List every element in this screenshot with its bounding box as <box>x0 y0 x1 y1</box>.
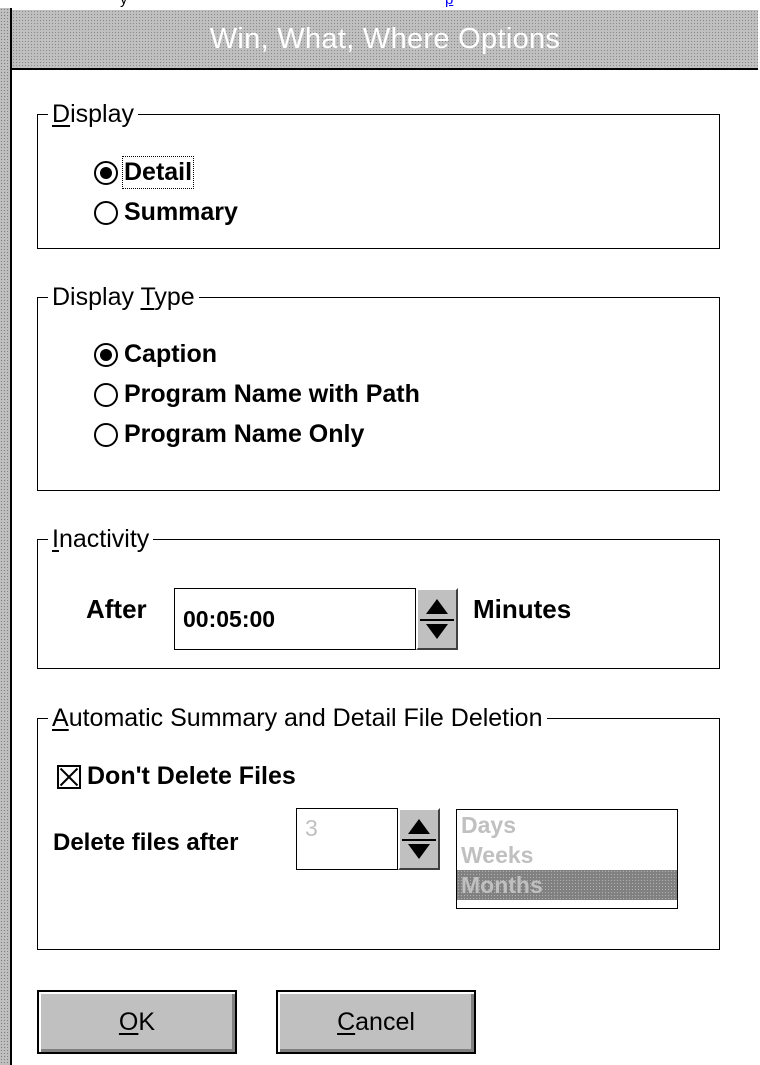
after-label: After <box>86 594 147 624</box>
spin-up-icon[interactable] <box>408 819 430 834</box>
radio-program-name-only-button[interactable] <box>94 422 118 447</box>
period-option-months[interactable]: Months <box>457 870 677 900</box>
radio-caption-button[interactable] <box>94 342 118 367</box>
file-deletion-group-legend: Automatic Summary and Detail File Deleti… <box>48 702 547 734</box>
radio-program-name-with-path[interactable]: Program Name with Path <box>94 380 420 409</box>
radio-detail-label: Detail <box>121 156 195 189</box>
radio-caption[interactable]: Caption <box>94 340 217 369</box>
radio-program-name-only-label: Program Name Only <box>124 420 365 448</box>
spin-up-icon[interactable] <box>426 599 448 614</box>
radio-summary[interactable]: Summary <box>94 198 238 227</box>
minutes-label: Minutes <box>473 594 572 624</box>
spin-down-icon[interactable] <box>426 624 448 639</box>
radio-detail-button[interactable] <box>94 160 118 185</box>
display-group-legend: Display <box>48 98 138 130</box>
radio-summary-button[interactable] <box>94 200 118 225</box>
dont-delete-checkbox[interactable]: Don't Delete Files <box>57 762 296 791</box>
delete-after-label: Delete files after <box>53 829 239 856</box>
inactivity-spinner[interactable] <box>416 588 458 650</box>
radio-detail[interactable]: Detail <box>94 156 195 189</box>
radio-program-name-only[interactable]: Program Name Only <box>94 420 364 449</box>
background-link[interactable]: p <box>445 0 453 8</box>
display-type-group: Display Type Caption Program Name with P… <box>37 281 720 491</box>
period-option-weeks[interactable]: Weeks <box>457 840 677 870</box>
delete-after-spinner[interactable] <box>398 808 440 870</box>
radio-caption-label: Caption <box>124 340 218 368</box>
spin-down-icon[interactable] <box>408 844 430 859</box>
radio-program-name-with-path-button[interactable] <box>94 382 118 407</box>
display-group: Display Detail Summary <box>37 98 720 249</box>
period-listbox[interactable]: Days Weeks Months <box>456 809 678 909</box>
display-type-group-legend: Display Type <box>48 281 199 313</box>
window-title: Win, What, Where Options <box>209 22 561 55</box>
inactivity-group-legend: Inactivity <box>48 523 154 555</box>
checkbox-checked-icon[interactable] <box>57 764 81 789</box>
dialog-frame-left <box>0 8 12 1065</box>
background-text: y <box>120 0 128 8</box>
inactivity-time-input[interactable]: 00:05:00 <box>174 588 416 650</box>
background-window-strip: y p <box>0 0 760 8</box>
cancel-button[interactable]: Cancel <box>276 990 476 1054</box>
ok-button[interactable]: OK <box>37 990 237 1054</box>
title-bar[interactable]: Win, What, Where Options <box>12 10 758 70</box>
radio-program-name-with-path-label: Program Name with Path <box>124 380 420 408</box>
delete-after-input[interactable]: 3 <box>296 808 398 870</box>
radio-summary-label: Summary <box>124 198 238 226</box>
period-option-days[interactable]: Days <box>457 810 677 840</box>
dont-delete-label: Don't Delete Files <box>87 762 296 790</box>
